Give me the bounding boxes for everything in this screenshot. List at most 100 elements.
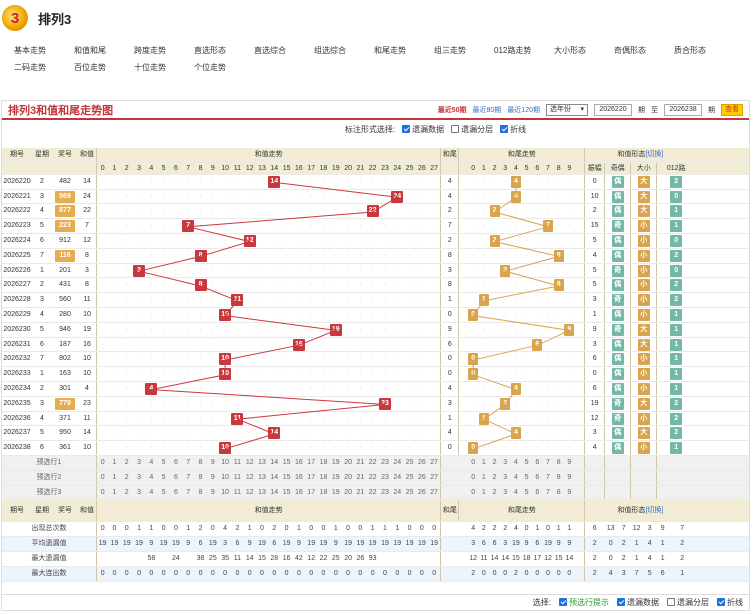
preview-sum-cell[interactable]: 15 xyxy=(280,485,293,500)
preview-sum-cell[interactable]: 11 xyxy=(231,470,244,485)
preview-sum-cell[interactable]: 27 xyxy=(428,485,441,500)
range-80-link[interactable]: 最近80期 xyxy=(473,105,502,115)
preview-sum-cell[interactable]: 2 xyxy=(120,485,133,500)
footer-checkbox[interactable]: 预选行提示 xyxy=(559,597,609,608)
preview-sum-cell[interactable]: 6 xyxy=(169,455,183,470)
preview-sum-cell[interactable]: 15 xyxy=(280,470,293,485)
nav-item[interactable]: 大小形态 xyxy=(554,45,614,56)
preview-sum-cell[interactable]: 12 xyxy=(243,485,256,500)
preview-sum-cell[interactable]: 21 xyxy=(354,485,367,500)
preview-tail-cell[interactable]: 4 xyxy=(510,485,522,500)
footer-checkbox[interactable]: 遗漏数据 xyxy=(617,597,659,608)
preview-row[interactable]: 预选行3 0 1 2 3 4 5 6 7 8 9 10 11 12 13 14 15 16 17 18 19 20 21 22… xyxy=(2,485,749,501)
preview-sum-cell[interactable]: 14 xyxy=(268,455,281,470)
preview-tail-cell[interactable]: 8 xyxy=(553,455,564,470)
range-50-link[interactable]: 最近50期 xyxy=(438,105,467,115)
preview-sum-cell[interactable]: 0 xyxy=(96,485,109,500)
preview-tail-cell[interactable]: 4 xyxy=(510,455,522,470)
preview-tail-cell[interactable]: 2 xyxy=(489,485,500,500)
nav-item[interactable]: 百位走势 xyxy=(74,62,134,73)
preview-sum-cell[interactable]: 11 xyxy=(231,455,244,470)
preview-sum-cell[interactable]: 19 xyxy=(329,485,342,500)
preview-sum-cell[interactable]: 10 xyxy=(218,455,232,470)
nav-item[interactable]: 和尾走势 xyxy=(374,45,434,56)
preview-sum-cell[interactable]: 20 xyxy=(341,455,355,470)
preview-bs[interactable] xyxy=(630,485,657,500)
preview-sum-cell[interactable]: 1 xyxy=(108,485,121,500)
preview-tail-cell[interactable]: 0 xyxy=(467,455,479,470)
preview-sum-cell[interactable]: 0 xyxy=(96,470,109,485)
issue-header[interactable]: 期号 xyxy=(2,148,32,162)
preview-sum-cell[interactable]: 16 xyxy=(292,455,306,470)
preview-sum-cell[interactable]: 24 xyxy=(391,455,404,470)
preview-sum-cell[interactable]: 7 xyxy=(182,455,195,470)
preview-row[interactable]: 预选行2 0 1 2 3 4 5 6 7 8 9 10 11 12 13 14 15 16 17 18 19 20 21 22… xyxy=(2,470,749,486)
preview-sum-cell[interactable]: 0 xyxy=(96,455,109,470)
preview-sum-cell[interactable]: 8 xyxy=(194,470,207,485)
option-checkbox[interactable]: 遗漏分层 xyxy=(451,124,493,135)
preview-sum-cell[interactable]: 4 xyxy=(145,485,158,500)
preview-sum-cell[interactable]: 13 xyxy=(255,470,269,485)
preview-bs[interactable] xyxy=(630,455,657,470)
preview-oe[interactable] xyxy=(604,485,631,500)
preview-sum-cell[interactable]: 25 xyxy=(403,455,416,470)
preview-sum-cell[interactable]: 23 xyxy=(378,470,392,485)
preview-tail-cell[interactable]: 2 xyxy=(489,470,500,485)
preview-sum-cell[interactable]: 8 xyxy=(194,455,207,470)
nav-item[interactable]: 跨度走势 xyxy=(134,45,194,56)
preview-tail-cell[interactable]: 6 xyxy=(531,470,543,485)
preview-sum-cell[interactable]: 14 xyxy=(268,470,281,485)
preview-oe[interactable] xyxy=(604,470,631,485)
preview-sum-cell[interactable]: 17 xyxy=(305,455,318,470)
range-120-link[interactable]: 最近120期 xyxy=(507,105,540,115)
preview-sum-cell[interactable]: 2 xyxy=(120,455,133,470)
nav-item[interactable]: 十位走势 xyxy=(134,62,194,73)
preview-tail-cell[interactable]: 4 xyxy=(510,470,522,485)
switch-link[interactable]: [切换] xyxy=(645,151,663,158)
preview-sum-cell[interactable]: 22 xyxy=(366,485,379,500)
preview-sum-cell[interactable]: 3 xyxy=(132,485,146,500)
preview-sum-cell[interactable]: 2 xyxy=(120,470,133,485)
preview-sum-cell[interactable]: 15 xyxy=(280,455,293,470)
preview-sum-cell[interactable]: 9 xyxy=(206,470,219,485)
preview-r[interactable] xyxy=(656,470,696,485)
switch-link[interactable]: [切换] xyxy=(645,507,663,514)
preview-sum-cell[interactable]: 17 xyxy=(305,470,318,485)
nav-item[interactable]: 012路走势 xyxy=(494,45,554,56)
preview-sum-cell[interactable]: 5 xyxy=(157,485,170,500)
preview-sum-cell[interactable]: 25 xyxy=(403,470,416,485)
preview-sum-cell[interactable]: 9 xyxy=(206,455,219,470)
year-select[interactable]: 选年份 ▾ xyxy=(546,104,588,116)
preview-sum-cell[interactable]: 26 xyxy=(415,485,429,500)
preview-sum-cell[interactable]: 18 xyxy=(317,470,330,485)
preview-sum-cell[interactable]: 16 xyxy=(292,485,306,500)
to-issue-input[interactable]: 2026238 xyxy=(664,104,702,116)
preview-tail-cell[interactable]: 7 xyxy=(542,455,554,470)
nav-item[interactable]: 组选综合 xyxy=(314,45,374,56)
preview-sum-cell[interactable]: 18 xyxy=(317,455,330,470)
option-checkbox[interactable]: 遗漏数据 xyxy=(402,124,444,135)
preview-sum-cell[interactable]: 6 xyxy=(169,485,183,500)
footer-checkbox[interactable]: 遗漏分层 xyxy=(667,597,709,608)
preview-tail-cell[interactable]: 7 xyxy=(542,485,554,500)
preview-sum-cell[interactable]: 5 xyxy=(157,470,170,485)
preview-tail-cell[interactable]: 5 xyxy=(521,470,532,485)
preview-sum-cell[interactable]: 21 xyxy=(354,455,367,470)
query-button[interactable]: 查看 xyxy=(721,104,743,116)
preview-tail-cell[interactable]: 8 xyxy=(553,485,564,500)
preview-tail-cell[interactable]: 9 xyxy=(564,470,575,485)
preview-r[interactable] xyxy=(656,455,696,470)
nav-item[interactable]: 质合形态 xyxy=(674,45,734,56)
preview-sum-cell[interactable]: 17 xyxy=(305,485,318,500)
preview-sum-cell[interactable]: 25 xyxy=(403,485,416,500)
preview-sum-cell[interactable]: 22 xyxy=(366,455,379,470)
preview-sum-cell[interactable]: 22 xyxy=(366,470,379,485)
preview-sum-cell[interactable]: 13 xyxy=(255,455,269,470)
nav-item[interactable]: 组三走势 xyxy=(434,45,494,56)
preview-sum-cell[interactable]: 10 xyxy=(218,470,232,485)
preview-tail-cell[interactable]: 3 xyxy=(499,455,511,470)
preview-tail-cell[interactable]: 6 xyxy=(531,485,543,500)
preview-sum-cell[interactable]: 24 xyxy=(391,485,404,500)
nav-item[interactable]: 和值和尾 xyxy=(74,45,134,56)
preview-sum-cell[interactable]: 4 xyxy=(145,455,158,470)
